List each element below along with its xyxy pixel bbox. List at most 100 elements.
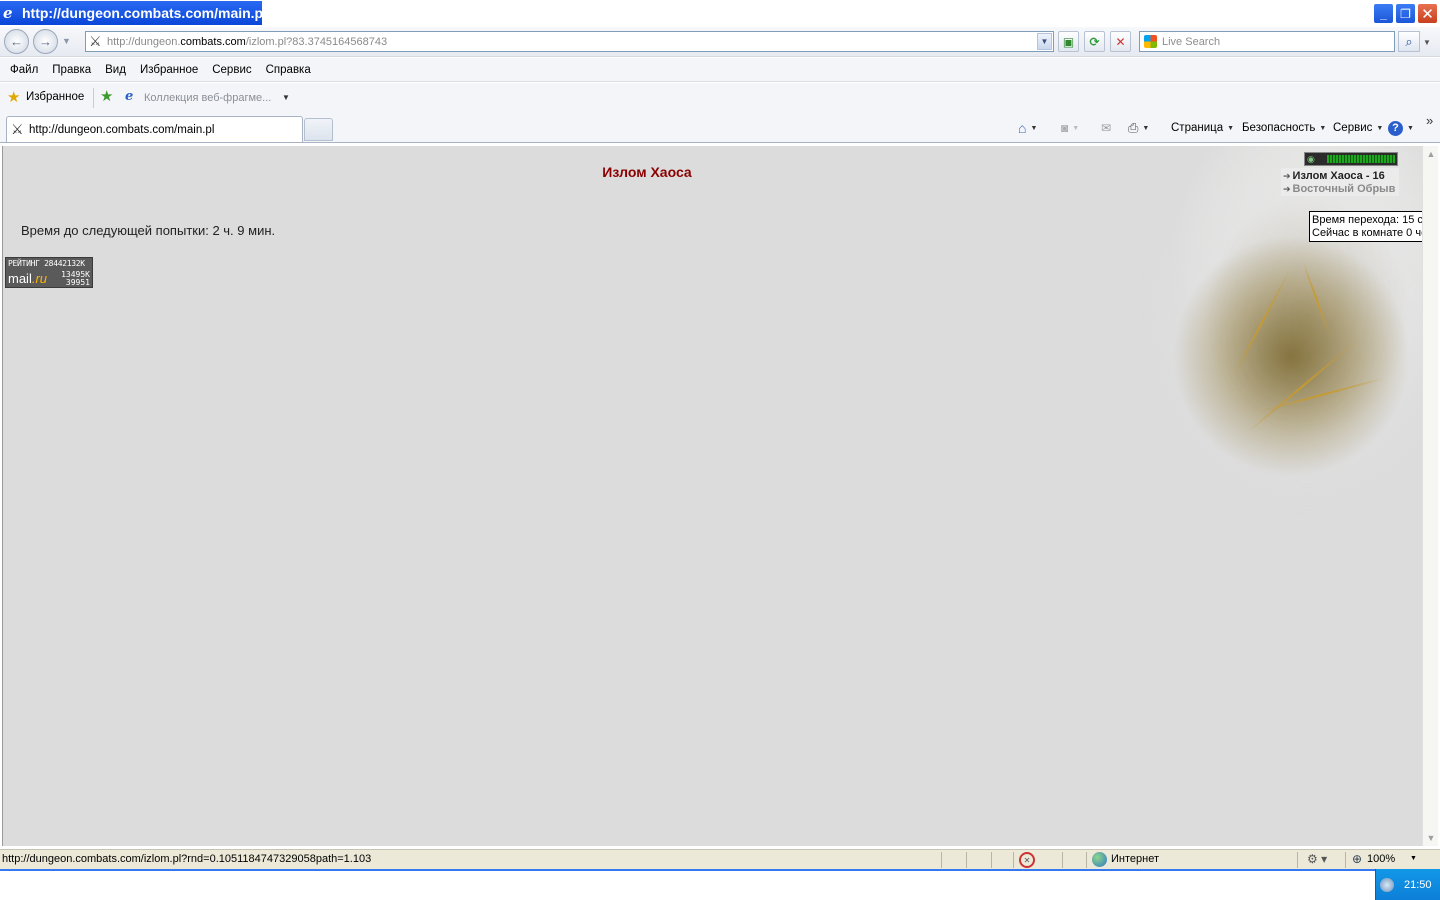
tools-menu-button[interactable]: Сервис ▼ bbox=[1333, 119, 1383, 137]
web-slice-ie-icon: e bbox=[125, 89, 134, 104]
help-dropdown-icon[interactable]: ▼ bbox=[1407, 125, 1414, 132]
home-dropdown-icon[interactable]: ▼ bbox=[1030, 125, 1037, 132]
ie-icon: e bbox=[3, 4, 13, 22]
window-title: e http://dungeon.combats.com/main.pl - bbox=[0, 1, 262, 25]
web-slice-gallery-link[interactable]: Коллекция веб-фрагме... bbox=[144, 92, 271, 104]
search-button[interactable]: ⌕ bbox=[1398, 31, 1420, 52]
favorites-star-icon[interactable]: ★ bbox=[7, 90, 20, 105]
tab-favicon-icon: ⚔ bbox=[11, 121, 24, 137]
status-url-text: http://dungeon.combats.com/izlom.pl?rnd=… bbox=[2, 853, 372, 865]
recent-pages-dropdown-icon[interactable]: ▼ bbox=[62, 36, 71, 46]
status-divider bbox=[1062, 852, 1063, 868]
url-path: /izlom.pl?83.3745164568743 bbox=[245, 35, 388, 48]
search-options-dropdown-icon[interactable]: ▼ bbox=[1423, 38, 1431, 47]
tab-row: ⚔ http://dungeon.combats.com/main.pl ⌂ ▼ … bbox=[0, 113, 1440, 143]
add-to-favorites-bar-icon[interactable]: ★ bbox=[100, 89, 113, 104]
status-divider bbox=[941, 852, 942, 868]
status-divider bbox=[966, 852, 967, 868]
close-button[interactable]: ✕ bbox=[1417, 3, 1438, 24]
tray-clock[interactable]: 21:50 bbox=[1404, 879, 1432, 891]
new-tab-button[interactable] bbox=[304, 118, 333, 141]
next-location-link[interactable]: ➔ Восточный Обрыв bbox=[1283, 183, 1395, 195]
current-location-link[interactable]: ➔ Излом Хаоса - 16 bbox=[1283, 170, 1385, 182]
tray-network-icon[interactable] bbox=[1380, 877, 1394, 892]
hp-status-bar: ◉ bbox=[1304, 152, 1398, 166]
location-navigation: ➔ Излом Хаоса - 16 ➔ Восточный Обрыв bbox=[1281, 168, 1399, 196]
search-placeholder: Live Search bbox=[1162, 35, 1221, 48]
read-mail-button[interactable]: ✉ bbox=[1101, 119, 1111, 137]
menu-file[interactable]: Файл bbox=[3, 64, 45, 76]
menu-tools[interactable]: Сервис bbox=[205, 64, 258, 76]
page-viewport: Излом Хаоса Время до следующей попытки: … bbox=[2, 146, 1422, 846]
taskbar-area bbox=[0, 871, 1375, 900]
status-icon: ◉ bbox=[1307, 154, 1315, 164]
stop-icon: ✕ bbox=[1115, 34, 1126, 49]
print-dropdown-icon[interactable]: ▼ bbox=[1142, 125, 1149, 132]
tools-menu-label: Сервис bbox=[1333, 122, 1373, 134]
favorites-bar: ★ Избранное ★ e Коллекция веб-фрагме... … bbox=[0, 83, 1440, 113]
menu-help[interactable]: Справка bbox=[259, 64, 318, 76]
vertical-scrollbar[interactable]: ▲ ▼ bbox=[1422, 146, 1438, 846]
feeds-button[interactable]: ◙ ▼ bbox=[1061, 119, 1079, 137]
print-button[interactable]: ⎙ ▼ bbox=[1128, 119, 1149, 137]
web-slice-dropdown-icon[interactable]: ▼ bbox=[282, 93, 290, 102]
back-button[interactable]: ← bbox=[4, 29, 29, 54]
chaos-background-art bbox=[1121, 146, 1422, 536]
printer-icon: ⎙ bbox=[1128, 120, 1139, 135]
more-commands-chevron-icon[interactable]: » bbox=[1426, 113, 1433, 128]
forward-button[interactable]: → bbox=[33, 29, 58, 54]
scroll-up-icon[interactable]: ▲ bbox=[1423, 146, 1439, 162]
live-search-logo-icon bbox=[1144, 35, 1157, 48]
internet-zone-globe-icon bbox=[1092, 852, 1107, 867]
menu-view[interactable]: Вид bbox=[98, 64, 133, 76]
zoom-magnifier-icon[interactable]: ⊕ bbox=[1352, 852, 1362, 866]
mail-ru-logo: mail.ru bbox=[8, 271, 48, 286]
menu-edit[interactable]: Правка bbox=[45, 64, 98, 76]
favorites-button[interactable]: Избранное bbox=[26, 91, 84, 103]
feeds-dropdown-icon[interactable]: ▼ bbox=[1072, 125, 1079, 132]
compatibility-view-button[interactable]: ▣ bbox=[1058, 31, 1079, 52]
status-divider bbox=[1013, 852, 1014, 868]
hp-bar-fill bbox=[1327, 155, 1395, 163]
status-bar: http://dungeon.combats.com/izlom.pl?rnd=… bbox=[0, 849, 1440, 869]
mail-icon: ✉ bbox=[1101, 121, 1112, 135]
rating-label: РЕЙТИНГ 28442132K bbox=[8, 259, 85, 268]
minimize-button[interactable]: _ bbox=[1373, 3, 1394, 24]
help-icon: ? bbox=[1388, 120, 1403, 136]
status-divider bbox=[1086, 852, 1087, 868]
search-input[interactable]: Live Search bbox=[1139, 31, 1395, 52]
arrow-right-icon: ➔ bbox=[1283, 170, 1291, 181]
safety-menu-button[interactable]: Безопасность ▼ bbox=[1242, 119, 1326, 137]
url-prefix: http://dungeon. bbox=[107, 35, 181, 48]
stop-button[interactable]: ✕ bbox=[1110, 31, 1131, 52]
arrow-right-icon: ➔ bbox=[1283, 183, 1291, 194]
refresh-icon: ⟳ bbox=[1089, 34, 1100, 49]
menu-favorites[interactable]: Избранное bbox=[133, 64, 205, 76]
popup-blocker-icon[interactable]: ✕ bbox=[1019, 852, 1035, 868]
system-tray: 21:50 bbox=[1375, 869, 1440, 900]
refresh-button[interactable]: ⟳ bbox=[1084, 31, 1105, 52]
zoom-level[interactable]: 100% bbox=[1367, 853, 1395, 865]
address-dropdown-icon[interactable]: ▼ bbox=[1037, 33, 1052, 50]
security-zone-label[interactable]: Интернет bbox=[1111, 853, 1159, 865]
mail-ru-rating-counter[interactable]: РЕЙТИНГ 28442132K mail.ru 13495K 39951 bbox=[5, 257, 93, 288]
scroll-down-icon[interactable]: ▼ bbox=[1423, 830, 1439, 846]
home-icon: ⌂ bbox=[1018, 120, 1027, 136]
transition-tooltip: Время перехода: 15 сек. Сейчас в комнате… bbox=[1309, 211, 1422, 242]
zoom-dropdown-icon[interactable]: ▼ bbox=[1410, 855, 1417, 862]
address-input[interactable]: ⚔ http://dungeon. combats.com/izlom.pl?83… bbox=[85, 31, 1054, 52]
tab-active[interactable]: ⚔ http://dungeon.combats.com/main.pl bbox=[6, 116, 303, 142]
status-divider bbox=[1345, 852, 1346, 868]
address-row: ← → ▼ ⚔ http://dungeon. combats.com/izlom… bbox=[0, 27, 1440, 57]
title-bar: e http://dungeon.combats.com/main.pl - _… bbox=[0, 0, 1440, 27]
tooltip-line-transition-time: Время перехода: 15 сек. bbox=[1312, 214, 1422, 226]
restore-button[interactable]: ❐ bbox=[1395, 3, 1416, 24]
protected-mode-icon[interactable]: ⚙ ▾ bbox=[1307, 852, 1327, 866]
page-menu-button[interactable]: Страница ▼ bbox=[1171, 119, 1234, 137]
status-divider bbox=[1297, 852, 1298, 868]
url-host: combats.com bbox=[180, 35, 246, 48]
next-attempt-timer: Время до следующей попытки: 2 ч. 9 мин. bbox=[21, 223, 276, 238]
home-button[interactable]: ⌂ ▼ bbox=[1018, 119, 1037, 137]
help-button[interactable]: ? ▼ bbox=[1388, 119, 1414, 137]
rating-value-2: 39951 bbox=[65, 278, 90, 287]
